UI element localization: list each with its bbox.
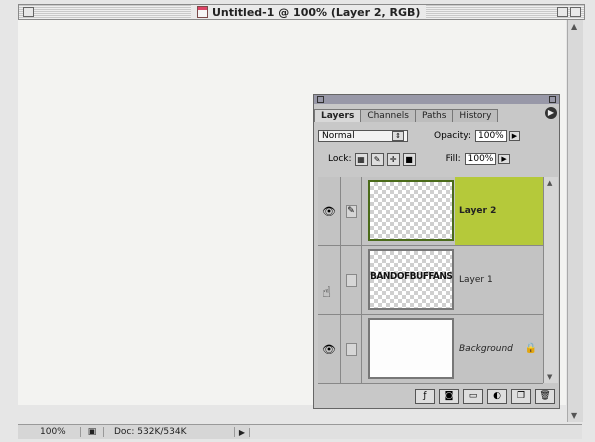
palette-bottom-bar: ƒ ◙ ▭ ◐ ❐ 🗑	[318, 387, 555, 405]
opacity-slider-icon[interactable]: ▶	[508, 131, 521, 141]
collapse-box[interactable]	[570, 7, 581, 17]
brush-icon: ✎	[345, 204, 357, 218]
opacity-label: Opacity:	[434, 131, 471, 141]
zoom-box[interactable]	[557, 7, 568, 17]
lock-all-icon[interactable]: ■	[402, 152, 416, 166]
eye-off-cell[interactable]	[318, 246, 341, 314]
palette-tabs: Layers Channels Paths History ▶	[314, 106, 559, 122]
fill-field[interactable]: 100%	[464, 153, 497, 165]
link-empty-icon	[345, 273, 357, 287]
layer-thumbnail	[368, 180, 454, 241]
eye-icon[interactable]: 👁	[318, 315, 341, 383]
palette-scrollbar[interactable]: ▲ ▼	[543, 177, 558, 383]
new-set-button[interactable]: ▭	[463, 388, 483, 404]
palette-collapse-box[interactable]	[549, 96, 556, 103]
eye-icon[interactable]: 👁	[318, 177, 341, 245]
layer-row-layer-2[interactable]: 👁 ✎ Layer 2	[318, 177, 543, 246]
fill-label: Fill:	[445, 154, 461, 164]
zoom-level[interactable]: 100%	[18, 427, 81, 437]
adjustment-layer-button[interactable]: ◐	[487, 388, 507, 404]
add-mask-button[interactable]: ◙	[439, 388, 459, 404]
lock-position-move-icon[interactable]: ✛	[386, 152, 400, 166]
lock-image-brush-icon[interactable]: ✎	[370, 152, 384, 166]
blend-row: Normal ⇕ Opacity: 100% ▶	[318, 129, 555, 143]
link-empty-icon	[345, 342, 357, 356]
scroll-up-icon[interactable]: ▲	[571, 22, 577, 31]
horizontal-scrollbar[interactable]	[250, 425, 582, 439]
close-box[interactable]	[23, 7, 34, 17]
lock-label: Lock:	[328, 154, 352, 164]
layers-palette: Layers Channels Paths History ▶ Normal ⇕…	[313, 94, 560, 409]
doc-size: Doc: 532K/534K	[104, 427, 235, 437]
palette-title-bar[interactable]	[314, 95, 559, 104]
link-cell[interactable]	[341, 315, 362, 383]
palette-close-box[interactable]	[317, 96, 324, 103]
title-bar[interactable]: Untitled-1 @ 100% (Layer 2, RGB)	[18, 4, 585, 20]
brush-link-cell[interactable]: ✎	[341, 177, 362, 245]
link-cell[interactable]	[341, 246, 362, 314]
blend-mode-chevron-icon: ⇕	[392, 131, 404, 141]
layer-row-background[interactable]: 👁 Background 🔒	[318, 315, 543, 384]
scroll-down-icon[interactable]: ▼	[571, 411, 577, 420]
layer-thumbnail	[368, 318, 454, 379]
document-icon	[197, 6, 208, 18]
status-bar: 100% ▣ Doc: 532K/534K ▶	[18, 424, 582, 439]
palette-scroll-up-icon[interactable]: ▲	[547, 179, 552, 187]
layer-name[interactable]: Layer 2	[455, 177, 543, 245]
title-group: Untitled-1 @ 100% (Layer 2, RGB)	[191, 5, 427, 19]
layer-name[interactable]: Layer 1	[455, 246, 543, 314]
tab-history[interactable]: History	[452, 109, 499, 122]
tab-layers[interactable]: Layers	[314, 109, 362, 122]
hand-cursor-icon: ☝	[322, 283, 332, 301]
layer-style-button[interactable]: ƒ	[415, 388, 435, 404]
status-document-icon[interactable]: ▣	[81, 427, 104, 437]
vertical-scrollbar[interactable]: ▲ ▼	[567, 20, 583, 422]
tab-channels[interactable]: Channels	[360, 109, 416, 122]
lock-row: Lock: ▦ ✎ ✛ ■ Fill: 100% ▶	[318, 151, 555, 167]
palette-scroll-down-icon[interactable]: ▼	[547, 373, 552, 381]
layer-row-layer-1[interactable]: BANDOFBUFFANS Layer 1	[318, 246, 543, 315]
status-menu-arrow-icon[interactable]: ▶	[235, 427, 250, 437]
layer-thumbnail-text: BANDOFBUFFANS	[370, 271, 453, 282]
blend-mode-select[interactable]: Normal ⇕	[318, 130, 408, 142]
lock-transparency-icon[interactable]: ▦	[354, 152, 368, 166]
layers-list: 👁 ✎ Layer 2 BANDOFBUFFANS Layer 1 👁 Back…	[318, 177, 543, 384]
fill-slider-icon[interactable]: ▶	[498, 154, 510, 164]
layer-thumbnail: BANDOFBUFFANS	[368, 249, 454, 310]
opacity-field[interactable]: 100%	[475, 130, 507, 142]
lock-icon: 🔒	[524, 343, 537, 354]
delete-layer-button[interactable]: 🗑	[535, 388, 555, 404]
blend-mode-value: Normal	[322, 131, 355, 141]
palette-menu-icon[interactable]: ▶	[545, 107, 557, 119]
new-layer-button[interactable]: ❐	[511, 388, 531, 404]
tab-paths[interactable]: Paths	[414, 109, 454, 122]
window-title: Untitled-1 @ 100% (Layer 2, RGB)	[212, 5, 421, 19]
